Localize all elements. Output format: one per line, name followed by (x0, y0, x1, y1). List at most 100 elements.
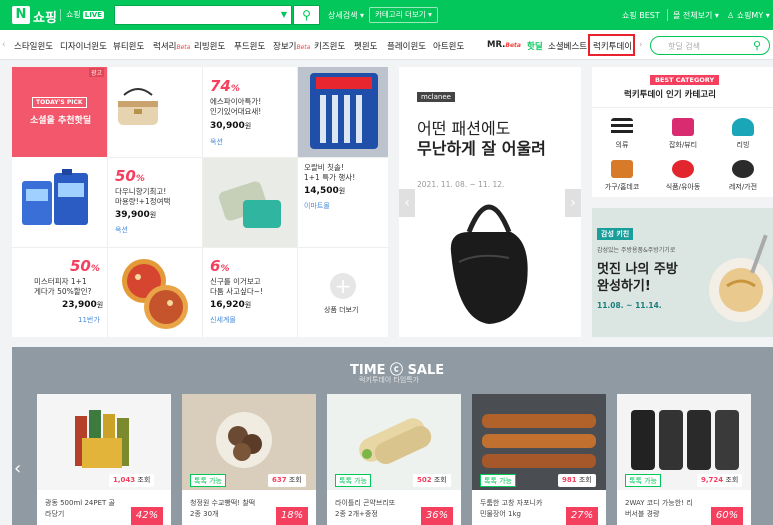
sale-item[interactable]: 톡톡 가능 9,724 조회 2WAY 코디 가능한! 리 버서블 경량 60% (617, 394, 751, 525)
shopping-brand[interactable]: 쇼핑 (33, 7, 57, 26)
sale-item[interactable]: 톡톡 가능 502 조회 라이틀리 곤약브리또 2종 2개+중정 36% (327, 394, 461, 525)
sale-item[interactable]: 1,043 조회 광동 500ml 24PET 골 라당기 42% (37, 394, 171, 525)
talktalk-badge: 톡톡 가능 (625, 474, 661, 487)
search-icon[interactable]: ⚲ (753, 39, 761, 52)
nav-item-luxury[interactable]: 럭셔리Beta (153, 40, 190, 52)
nav-item-pet[interactable]: 펫윈도 (354, 40, 377, 52)
category-beauty[interactable]: 잡화/뷰티 (658, 140, 708, 150)
view-count: 502 조회 (413, 474, 451, 487)
divider (667, 9, 668, 21)
shopping-my-link[interactable]: ♙ 쇼핑MY ▾ (727, 10, 770, 21)
nav-item-mr[interactable]: MR.Beta (487, 40, 521, 50)
category-nav: ‹ 스타일윈도 디자이너윈도 뷰티윈도 럭셔리Beta 리빙윈도 푸드윈도 장보… (0, 30, 773, 60)
product-desc: 미스터피자 1+1 (34, 277, 87, 286)
all-services-link[interactable]: 몰 전체보기 ▾ (673, 10, 719, 21)
product-desc: 1+1 특가 행사! (304, 173, 356, 182)
nav-item-style[interactable]: 스타일윈도 (14, 40, 53, 52)
plus-icon[interactable]: + (330, 273, 356, 299)
shopping-live-link[interactable]: 쇼핑 LIVE (66, 9, 104, 20)
brand-tag: mclanee (417, 92, 455, 102)
nav-item-living[interactable]: 리빙윈도 (194, 40, 225, 52)
nav-item-hotdeal[interactable]: 핫딜 (527, 40, 543, 52)
discount-rate: 50% (115, 167, 145, 185)
today-pick-badge: TODAY'S PICK (32, 97, 87, 108)
bag-icon[interactable] (672, 118, 694, 136)
product-price: 30,900원 (210, 121, 252, 131)
category-living[interactable]: 리빙 (718, 140, 768, 150)
kitchen-banner[interactable]: 감성 키친 감성있는 주방용품&주방기기로 멋진 나의 주방 완성하기! 11.… (592, 208, 773, 337)
product-price: 39,900원 (115, 210, 157, 220)
best-category-badge: BEST CATEGORY (650, 75, 720, 85)
toothbrush-image[interactable] (298, 67, 388, 157)
kitchen-title-2: 완성하기! (597, 279, 651, 294)
chevron-left-icon[interactable]: ‹ (2, 40, 5, 50)
product-desc: 마용량!+1정여택 (115, 197, 171, 206)
nav-item-art[interactable]: 아트윈도 (433, 40, 464, 52)
banner-date: 2021. 11. 08. ~ 11. 12. (417, 180, 505, 189)
chevron-left-icon[interactable]: ‹ (399, 189, 415, 217)
banner-title-2: 무난하게 잘 어울려 (417, 139, 546, 158)
kitchen-date: 11.08. ~ 11.14. (597, 301, 662, 310)
clothing-icon[interactable] (611, 118, 633, 136)
soap-image[interactable] (203, 158, 297, 247)
talktalk-badge: 톡톡 가능 (335, 474, 371, 487)
search-input[interactable]: ▼ (114, 5, 292, 25)
detergent-image[interactable] (18, 167, 92, 231)
best-category-title: 럭키투데이 인기 카테고리 (624, 90, 716, 100)
store-name[interactable]: 옥션 (210, 137, 223, 147)
divider (12, 247, 388, 248)
more-products-link[interactable]: 상품 더보기 (324, 305, 358, 315)
talktalk-badge: 톡톡 가능 (190, 474, 226, 487)
apple-icon[interactable] (672, 160, 694, 178)
search-icon: ⚲ (302, 8, 311, 22)
nav-item-social-best[interactable]: 소셜베스트 (548, 40, 587, 52)
shopping-best-link[interactable]: 쇼핑 BEST (622, 10, 660, 21)
chevron-left-icon[interactable]: ‹ (14, 458, 21, 479)
nav-item-designer[interactable]: 디자이너윈도 (60, 40, 107, 52)
sale-item-title: 라이틀리 곤약브리또 2종 2개+중정 (335, 499, 396, 518)
store-name[interactable]: 옥션 (115, 225, 128, 235)
detail-search-link[interactable]: 상세검색 ▾ (328, 10, 364, 21)
nav-item-food[interactable]: 푸드윈도 (234, 40, 265, 52)
chevron-right-icon[interactable]: › (639, 40, 642, 50)
time-sale-sub: 럭키투데이 타임특가 (359, 376, 420, 384)
today-pick-banner[interactable]: 광고 TODAY'S PICK 소셜을 추천핫딜 (12, 67, 107, 157)
product-desc: 인기있어대요새! (210, 107, 262, 116)
bag-image[interactable] (114, 87, 162, 131)
sale-discount: 60% (711, 507, 743, 525)
search-button[interactable]: ⚲ (293, 5, 320, 25)
store-name[interactable]: 신세계몰 (210, 315, 236, 325)
category-furniture[interactable]: 가구/홈데코 (597, 182, 647, 192)
hotdeal-search-input[interactable]: 핫딜 검색 ⚲ (650, 36, 770, 55)
kettle-icon[interactable] (732, 118, 754, 136)
fashion-banner[interactable]: mclanee 어떤 패션에도 무난하게 잘 어울려 2021. 11. 08.… (399, 67, 581, 337)
product-desc: 다우니향기최고! (115, 187, 167, 196)
naver-logo[interactable]: N (12, 6, 30, 24)
store-name[interactable]: 이마트몰 (304, 201, 330, 211)
best-category-panel: BEST CATEGORY 럭키투데이 인기 카테고리 의류 잡화/뷰티 리빙 … (592, 67, 773, 197)
sofa-icon[interactable] (611, 160, 633, 178)
product-desc: 게다가 50%할인? (34, 287, 92, 296)
nav-item-grocery[interactable]: 장보기Beta (273, 40, 310, 52)
view-count: 9,724 조회 (697, 474, 743, 487)
talktalk-badge: 톡톡 가능 (480, 474, 516, 487)
sale-item[interactable]: 톡톡 가능 637 조회 청정원 수교빵떡! 찰떡 2종 30개 18% (182, 394, 316, 525)
product-desc: 오랄비 칫솔! (304, 163, 344, 172)
view-count: 637 조회 (268, 474, 306, 487)
sale-item[interactable]: 톡톡 가능 981 조회 두툼한 고창 자포니카 민물장어 1kg 27% (472, 394, 606, 525)
category-food[interactable]: 식품/유아동 (658, 182, 708, 192)
nav-item-kids[interactable]: 키즈윈도 (314, 40, 345, 52)
sale-discount: 18% (276, 507, 308, 525)
category-more-button[interactable]: 카테고리 더보기 ▾ (369, 7, 438, 23)
nav-item-play[interactable]: 플레이윈도 (387, 40, 426, 52)
store-name[interactable]: 11번가 (78, 315, 100, 325)
divider (60, 9, 61, 21)
category-leisure[interactable]: 레저/가전 (718, 182, 768, 192)
category-clothing[interactable]: 의류 (597, 140, 647, 150)
chevron-right-icon[interactable]: › (565, 189, 581, 217)
bicycle-icon[interactable] (732, 160, 754, 178)
pizza-image[interactable] (110, 253, 200, 333)
chevron-down-icon[interactable]: ▼ (281, 10, 287, 19)
nav-item-beauty[interactable]: 뷰티윈도 (113, 40, 144, 52)
view-count: 1,043 조회 (109, 474, 155, 487)
